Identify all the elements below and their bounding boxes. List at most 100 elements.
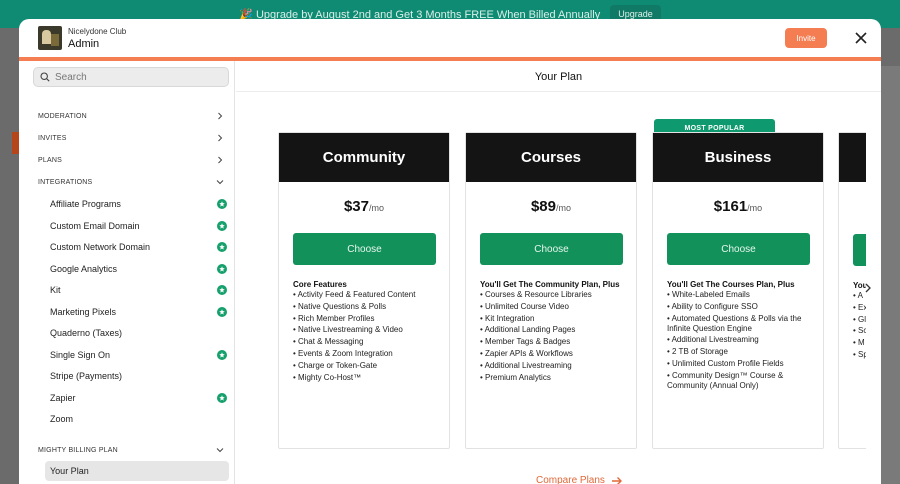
sidebar-item-custom-email-domain[interactable]: Custom Email Domain <box>45 216 229 236</box>
feature-item: • Ability to Configure SSO <box>667 301 758 311</box>
feature-item: • Native Questions & Polls <box>293 301 387 311</box>
sidebar-item-label: Stripe (Payments) <box>50 371 123 381</box>
section-label: MODERATION <box>38 112 87 120</box>
sidebar-item-label: Zapier <box>50 392 76 403</box>
connected-check-icon <box>217 263 227 274</box>
plan-price: $89/mo <box>466 198 636 215</box>
feature-item: • Unlimited Custom Profile Fields <box>667 358 784 368</box>
sidebar-item-single-sign-on[interactable]: Single Sign On <box>45 345 229 365</box>
feature-item: • Additional Livestreaming <box>480 360 572 370</box>
search-input[interactable] <box>55 71 215 83</box>
choose-button[interactable]: Choose <box>293 233 436 265</box>
plan-card-courses: Courses $89/mo Choose You'll Get The Com… <box>465 132 637 449</box>
compare-plans-link[interactable]: Compare Plans <box>536 475 623 484</box>
search-icon <box>40 72 50 82</box>
connected-check-icon <box>217 306 227 317</box>
compare-plans-label: Compare Plans <box>536 475 605 484</box>
feature-item: • Automated Questions & Polls via the In… <box>667 313 802 333</box>
price-period: /mo <box>369 203 385 213</box>
plan-card-business: Business $161/mo Choose You'll Get The C… <box>652 132 824 449</box>
invite-button[interactable]: Invite <box>785 28 827 48</box>
sidebar-item-label: Custom Email Domain <box>50 220 140 231</box>
section-plans[interactable]: PLANS <box>38 152 224 168</box>
chevron-down-icon <box>216 180 224 185</box>
choose-button[interactable]: Choose <box>480 233 623 265</box>
plan-card-partial: You • A • Ex • Gl • Sc • M • Sp <box>838 132 866 449</box>
feature-item: • White-Labeled Emails <box>667 290 750 299</box>
feature-item: • Additional Livestreaming <box>667 335 759 345</box>
feature-item: • Courses & Resource Libraries <box>480 290 592 299</box>
sidebar-item-zoom[interactable]: Zoom <box>45 409 229 429</box>
feature-item: • Premium Analytics <box>480 372 551 382</box>
price-amount: $161 <box>713 198 748 215</box>
section-integrations[interactable]: INTEGRATIONS <box>38 174 224 190</box>
background-panel <box>878 66 900 484</box>
club-name: Nicelydone Club <box>68 27 127 36</box>
sidebar-item-label: Custom Network Domain <box>50 242 151 252</box>
feature-item: • Unlimited Course Video <box>480 301 569 311</box>
sidebar-item-kit[interactable]: Kit <box>45 280 229 300</box>
feature-list: • Activity Feed & Featured Content • Nat… <box>293 290 443 383</box>
chevron-down-icon <box>216 448 224 453</box>
sidebar-item-google-analytics[interactable]: Google Analytics <box>45 259 229 279</box>
sidebar-item-custom-network-domain[interactable]: Custom Network Domain <box>45 237 229 257</box>
connected-check-icon <box>217 242 227 252</box>
section-mighty-billing-plan[interactable]: MIGHTY BILLING PLAN <box>38 442 224 458</box>
plan-card-community: Community $37/mo Choose Core Features • … <box>278 132 450 449</box>
plan-content: Your Plan MOST POPULAR Community $37/mo … <box>236 61 881 484</box>
plans-carousel: MOST POPULAR Community $37/mo Choose Cor… <box>236 93 866 453</box>
price-amount: $89 <box>530 198 556 215</box>
connected-check-icon <box>217 349 227 360</box>
search-box[interactable] <box>33 67 229 87</box>
feature-item: • Zapier APIs & Workflows <box>480 348 573 358</box>
feature-item: • Events & Zoom Integration <box>293 348 393 358</box>
chevron-right-icon[interactable] <box>863 283 873 293</box>
sidebar-item-affiliate-programs[interactable]: Affiliate Programs <box>45 194 229 214</box>
sidebar-item-label: Google Analytics <box>50 263 118 274</box>
feature-item: • Gl <box>853 314 866 324</box>
feature-item: • Charge or Token-Gate <box>293 360 378 370</box>
choose-button[interactable]: Choose <box>667 233 810 265</box>
sidebar-item-label: Zoom <box>50 414 74 424</box>
section-label: MIGHTY BILLING PLAN <box>38 446 118 454</box>
feature-item: • Rich Member Profiles <box>293 313 375 323</box>
sidebar-item-your-plan[interactable]: Your Plan <box>45 461 229 481</box>
features-title: You'll Get The Courses Plan, Plus <box>667 280 795 289</box>
feature-item: • 2 TB of Storage <box>667 347 728 357</box>
connected-check-icon <box>217 199 227 209</box>
feature-item: • Activity Feed & Featured Content <box>293 290 416 299</box>
sidebar-item-label: Single Sign On <box>50 349 111 360</box>
sidebar-item-stripe[interactable]: Stripe (Payments) <box>45 366 229 386</box>
plan-name: Courses <box>466 133 636 182</box>
connected-check-icon <box>217 285 227 295</box>
chevron-right-icon <box>218 134 223 142</box>
page-title: Your Plan <box>534 71 583 83</box>
feature-item: • Community Design™ Course & Community (… <box>667 370 784 390</box>
feature-list: • Courses & Resource Libraries • Unlimit… <box>480 290 630 383</box>
sidebar-item-label: Affiliate Programs <box>50 199 121 209</box>
plan-price: $37/mo <box>279 198 449 215</box>
sidebar-item-marketing-pixels[interactable]: Marketing Pixels <box>45 302 229 322</box>
feature-list: • White-Labeled Emails • Ability to Conf… <box>667 290 817 391</box>
price-period: /mo <box>556 203 572 213</box>
sidebar-item-label: Marketing Pixels <box>50 306 117 317</box>
section-invites[interactable]: INVITES <box>38 130 224 146</box>
sidebar-item-quaderno[interactable]: Quaderno (Taxes) <box>45 323 229 343</box>
features-title: You'll Get The Community Plan, Plus <box>480 280 620 289</box>
choose-button[interactable] <box>853 234 866 266</box>
sidebar-item-label: Quaderno (Taxes) <box>50 328 123 338</box>
section-moderation[interactable]: MODERATION <box>38 108 224 124</box>
plan-name: Business <box>653 133 823 182</box>
sidebar-item-zapier[interactable]: Zapier <box>45 388 229 408</box>
settings-sidebar: MODERATION INVITES PLANS INTEGRATIONS Af… <box>19 61 235 484</box>
feature-item: • Native Livestreaming & Video <box>293 325 403 335</box>
features-title: Core Features <box>293 280 347 289</box>
feature-item: • Ex <box>853 302 866 312</box>
background-active-marker <box>12 132 19 154</box>
settings-modal: Nicelydone Club Admin Invite MODERATION … <box>19 19 881 484</box>
feature-item: • Additional Landing Pages <box>480 325 576 335</box>
feature-item: • Kit Integration <box>480 313 535 323</box>
plan-price: $161/mo <box>653 198 823 215</box>
close-icon[interactable] <box>853 30 869 46</box>
connected-check-icon <box>217 220 227 231</box>
